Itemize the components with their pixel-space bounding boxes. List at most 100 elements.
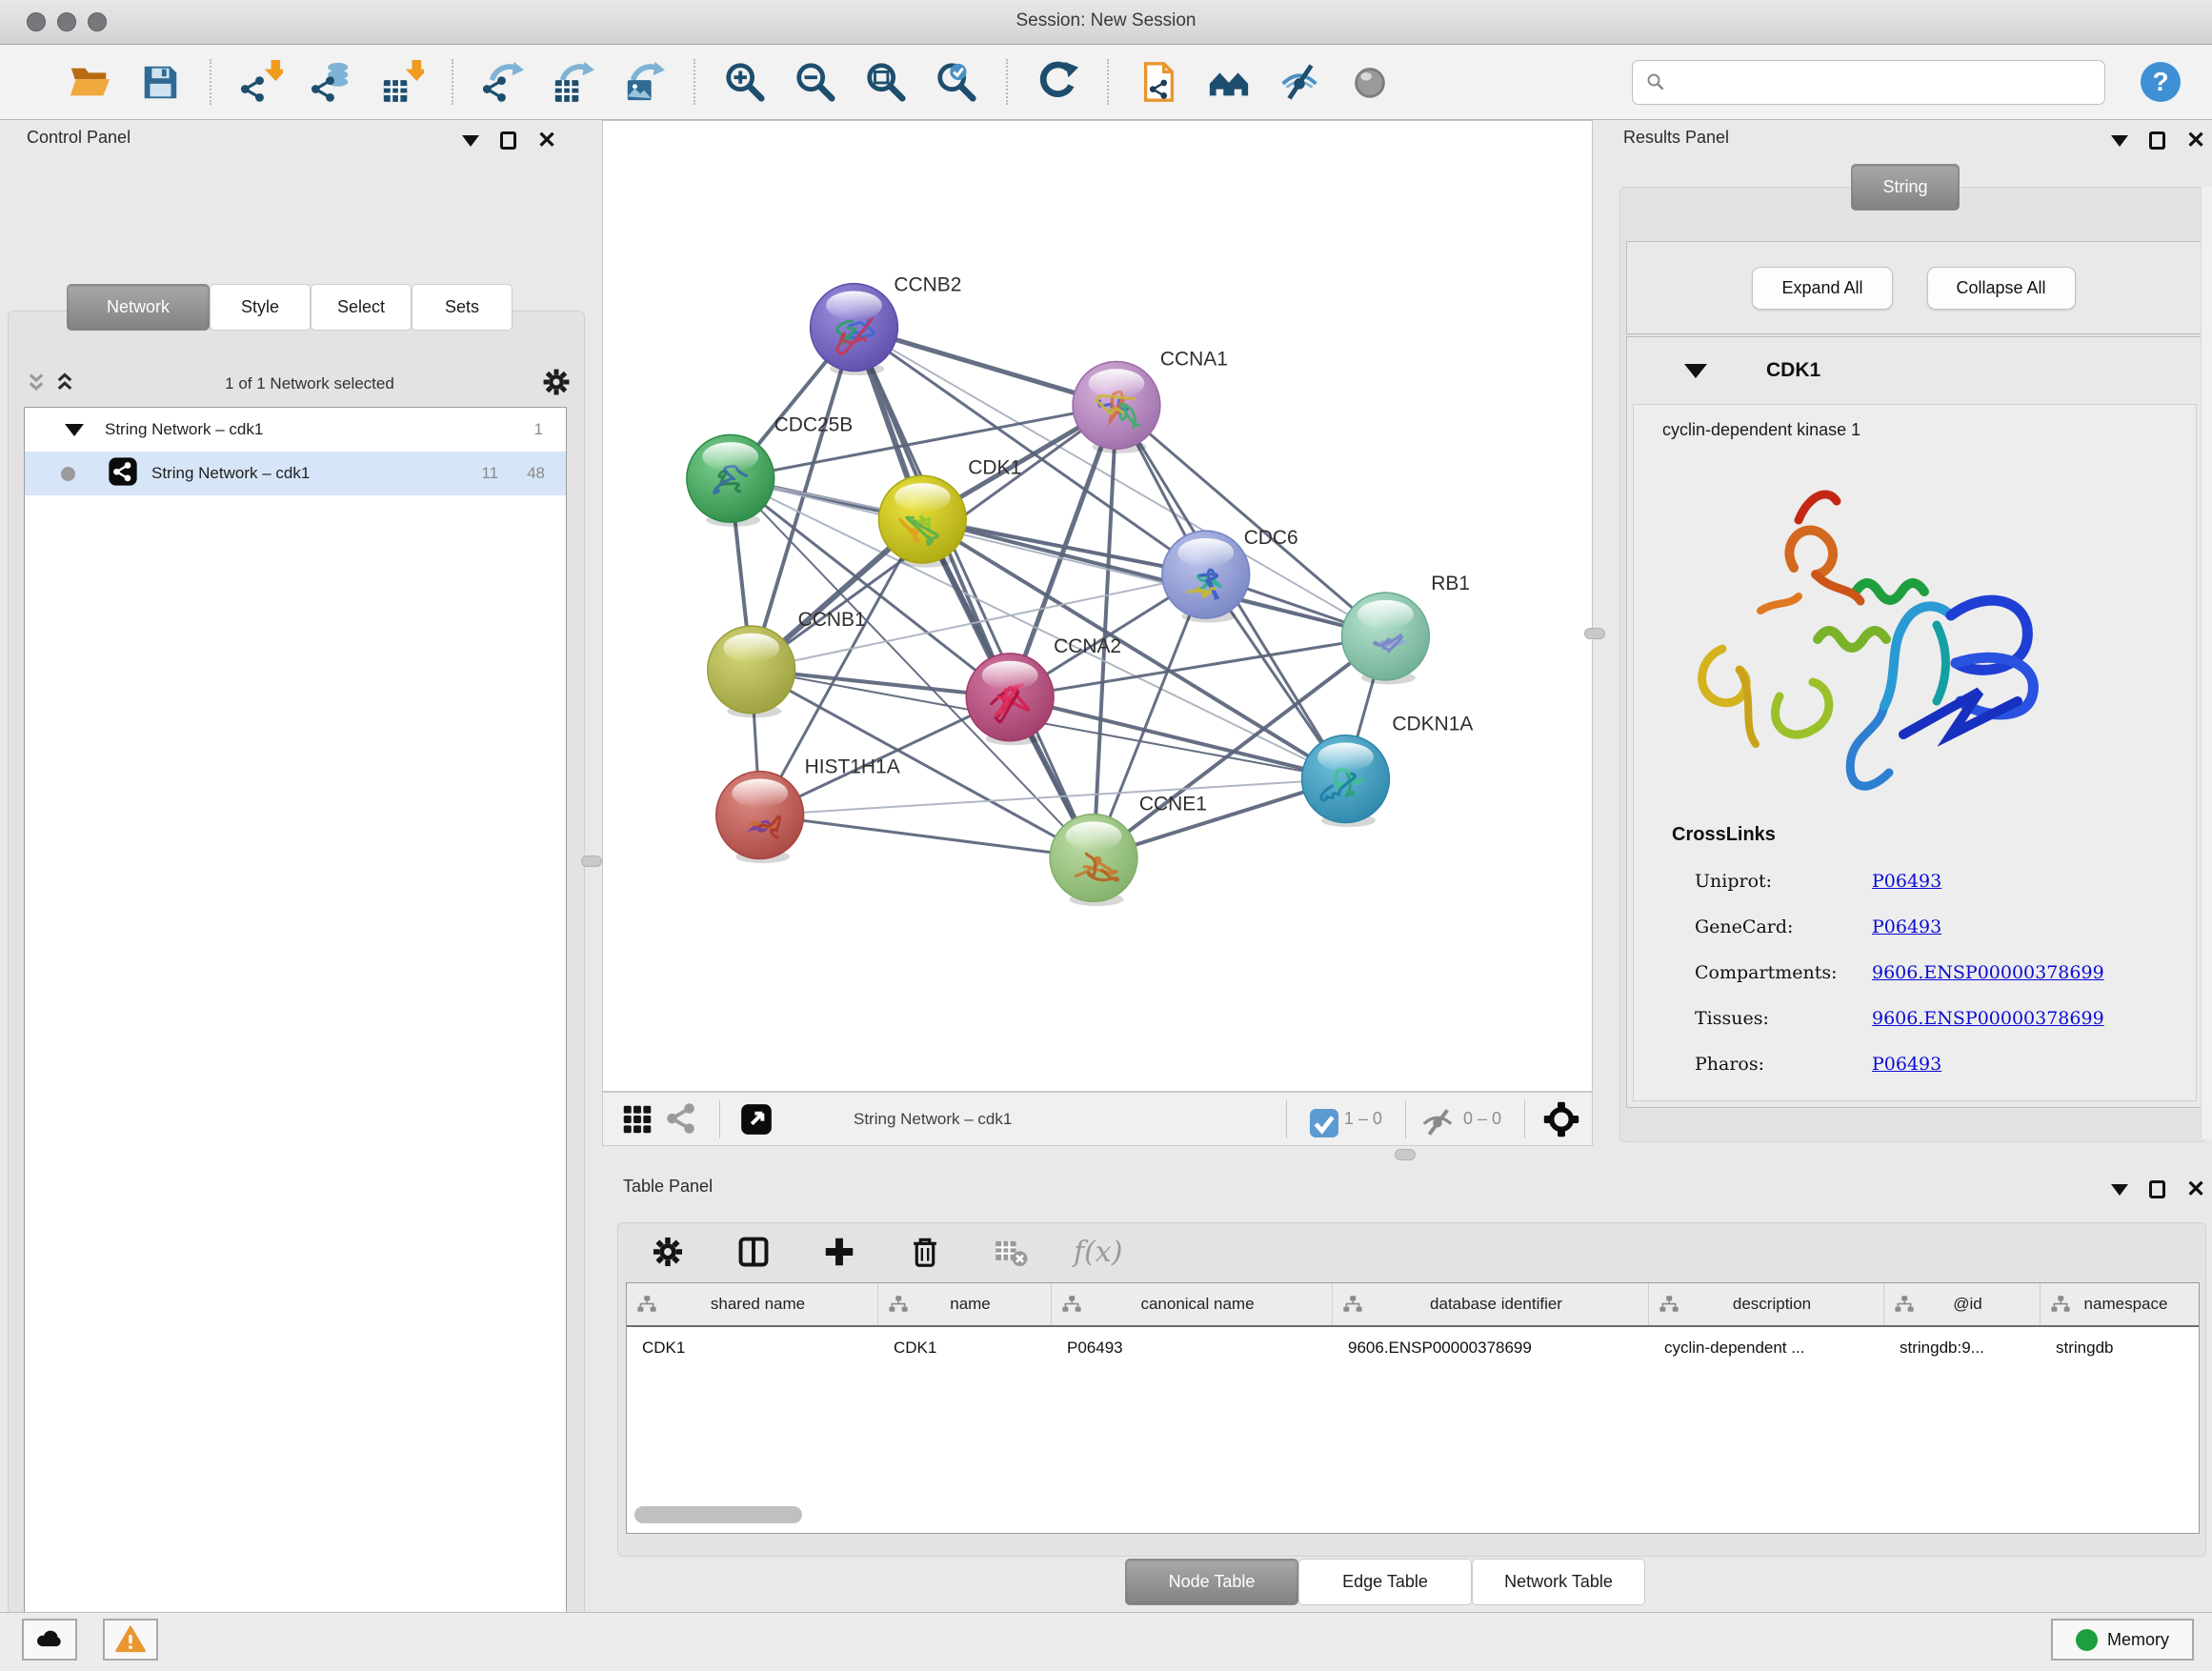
show-panel-button[interactable] xyxy=(1347,59,1393,105)
network-row-selected[interactable]: String Network – cdk1 11 48 xyxy=(25,452,566,495)
pan-network-button[interactable] xyxy=(1538,1097,1584,1142)
selected-count-badge: 1 – 0 xyxy=(1344,1109,1382,1129)
edge-CDKN1A-HIST1H1A[interactable] xyxy=(760,779,1346,815)
show-columns-button[interactable] xyxy=(731,1229,776,1275)
grid-view-button[interactable] xyxy=(614,1097,660,1142)
table-options-gear-button[interactable] xyxy=(645,1229,691,1275)
gene-details: cyclin-dependent kinase 1 xyxy=(1633,404,2197,1101)
birds-eye-view-button[interactable] xyxy=(734,1097,779,1142)
network-collection-row[interactable]: String Network – cdk1 1 xyxy=(25,408,566,452)
export-table-button[interactable] xyxy=(551,59,596,105)
crosslink-link[interactable]: 9606.ENSP00000378699 xyxy=(1872,1008,2104,1029)
tab-edge-table[interactable]: Edge Table xyxy=(1298,1559,1472,1605)
zoom-selected-button[interactable] xyxy=(934,59,979,105)
network-overview-button[interactable] xyxy=(660,1097,706,1142)
edge-HIST1H1A-CCNE1[interactable] xyxy=(760,815,1094,858)
node-HIST1H1A[interactable]: HIST1H1A xyxy=(716,756,900,863)
crosslink-link[interactable]: 9606.ENSP00000378699 xyxy=(1872,962,2104,983)
network-canvas[interactable]: CCNB2 CCNA1 CDC25B CDK1 CDC6 RB1 CCNB1 xyxy=(602,120,1593,1092)
collapse-all-button[interactable]: Collapse All xyxy=(1927,267,2076,310)
warnings-button[interactable] xyxy=(103,1619,158,1661)
node-label-RB1: RB1 xyxy=(1431,573,1470,594)
tab-style[interactable]: Style xyxy=(210,284,311,331)
node-label-CDK1: CDK1 xyxy=(968,456,1021,478)
collapse-all-icon[interactable] xyxy=(22,368,50,401)
column-header-canonical-name[interactable]: canonical name xyxy=(1052,1283,1333,1325)
network-options-gear-icon[interactable] xyxy=(540,366,573,403)
export-network-button[interactable] xyxy=(480,59,526,105)
save-session-button[interactable] xyxy=(137,59,183,105)
column-header-database-identifier[interactable]: database identifier xyxy=(1333,1283,1649,1325)
help-button[interactable]: ? xyxy=(2138,59,2183,105)
edge-CCNA2-CDKN1A[interactable] xyxy=(1010,697,1345,779)
panel-collapse-icon[interactable] xyxy=(462,135,479,147)
crosslink-link[interactable]: P06493 xyxy=(1872,871,1941,892)
panel-collapse-icon[interactable] xyxy=(2111,1184,2128,1196)
right-splitter-handle[interactable] xyxy=(1584,628,1605,639)
search-input-wrap xyxy=(1632,60,2105,105)
selected-nodes-checkbox[interactable] xyxy=(1306,1105,1335,1134)
column-header--id[interactable]: @id xyxy=(1884,1283,2041,1325)
refresh-button[interactable] xyxy=(1035,59,1080,105)
node-CDKN1A[interactable]: CDKN1A xyxy=(1302,714,1474,827)
column-header-description[interactable]: description xyxy=(1649,1283,1884,1325)
panel-float-icon[interactable] xyxy=(500,131,516,150)
column-header-shared-name[interactable]: shared name xyxy=(627,1283,878,1325)
gene-card-header[interactable]: CDK1 xyxy=(1627,337,2201,404)
node-label-HIST1H1A: HIST1H1A xyxy=(805,756,900,778)
share-document-button[interactable] xyxy=(1136,59,1181,105)
crosslink-row: Compartments:9606.ENSP00000378699 xyxy=(1634,962,2196,983)
panel-close-icon[interactable]: ✕ xyxy=(537,131,556,150)
edge-CCNB2-CCNE1[interactable] xyxy=(855,328,1095,858)
node-count: 11 xyxy=(481,464,498,483)
import-table-from-file-button[interactable] xyxy=(379,59,425,105)
search-input[interactable] xyxy=(1667,63,2104,101)
expand-all-button[interactable]: Expand All xyxy=(1752,267,1892,310)
delete-column-button[interactable] xyxy=(902,1229,948,1275)
tab-select[interactable]: Select xyxy=(311,284,412,331)
node-RB1[interactable]: RB1 xyxy=(1341,573,1470,684)
tab-string[interactable]: String xyxy=(1851,164,1960,211)
bottom-splitter-handle[interactable] xyxy=(1395,1149,1416,1160)
crosslink-link[interactable]: P06493 xyxy=(1872,916,1941,937)
export-image-button[interactable] xyxy=(621,59,667,105)
memory-button[interactable]: Memory xyxy=(2051,1619,2194,1661)
results-scrollbar[interactable] xyxy=(2201,187,2212,1139)
column-header-namespace[interactable]: namespace xyxy=(2041,1283,2200,1325)
zoom-fit-content-button[interactable] xyxy=(863,59,909,105)
table-row[interactable]: CDK1CDK1P064939606.ENSP00000378699cyclin… xyxy=(627,1327,2199,1369)
node-label-CCNB2: CCNB2 xyxy=(894,274,961,296)
tree-expand-icon[interactable] xyxy=(65,424,84,436)
import-network-from-file-button[interactable] xyxy=(238,59,284,105)
tab-sets[interactable]: Sets xyxy=(412,284,513,331)
import-network-from-database-button[interactable] xyxy=(309,59,354,105)
add-column-button[interactable] xyxy=(816,1229,862,1275)
tab-network-table[interactable]: Network Table xyxy=(1472,1559,1645,1605)
panel-float-icon[interactable] xyxy=(2149,1180,2165,1198)
table-hscrollbar[interactable] xyxy=(634,1506,802,1523)
table-tabs: Node TableEdge TableNetwork Table xyxy=(1125,1559,1645,1605)
table-cell: 9606.ENSP00000378699 xyxy=(1333,1327,1649,1369)
zoom-in-button[interactable] xyxy=(722,59,768,105)
open-session-button[interactable] xyxy=(67,59,112,105)
left-splitter-handle[interactable] xyxy=(581,856,602,867)
node-CCNB2[interactable]: CCNB2 xyxy=(811,274,962,375)
crosslink-link[interactable]: P06493 xyxy=(1872,1054,1941,1075)
panel-close-icon[interactable]: ✕ xyxy=(2186,1180,2205,1198)
node-CDK1[interactable]: CDK1 xyxy=(878,456,1021,567)
expand-all-icon[interactable] xyxy=(50,368,79,401)
hide-panel-button[interactable] xyxy=(1277,59,1322,105)
node-CCNA1[interactable]: CCNA1 xyxy=(1073,348,1228,453)
panel-collapse-icon[interactable] xyxy=(2111,135,2128,147)
panel-float-icon[interactable] xyxy=(2149,131,2165,150)
crosslink-label: GeneCard: xyxy=(1695,916,1872,937)
panel-close-icon[interactable]: ✕ xyxy=(2186,131,2205,150)
zoom-out-button[interactable] xyxy=(793,59,838,105)
tab-node-table[interactable]: Node Table xyxy=(1125,1559,1298,1605)
cloud-status-button[interactable] xyxy=(22,1619,77,1661)
column-header-name[interactable]: name xyxy=(878,1283,1052,1325)
string-home-button[interactable] xyxy=(1206,59,1252,105)
control-panel-title: Control Panel xyxy=(27,128,131,148)
collapse-gene-icon[interactable] xyxy=(1684,364,1707,378)
tab-network[interactable]: Network xyxy=(67,284,210,331)
